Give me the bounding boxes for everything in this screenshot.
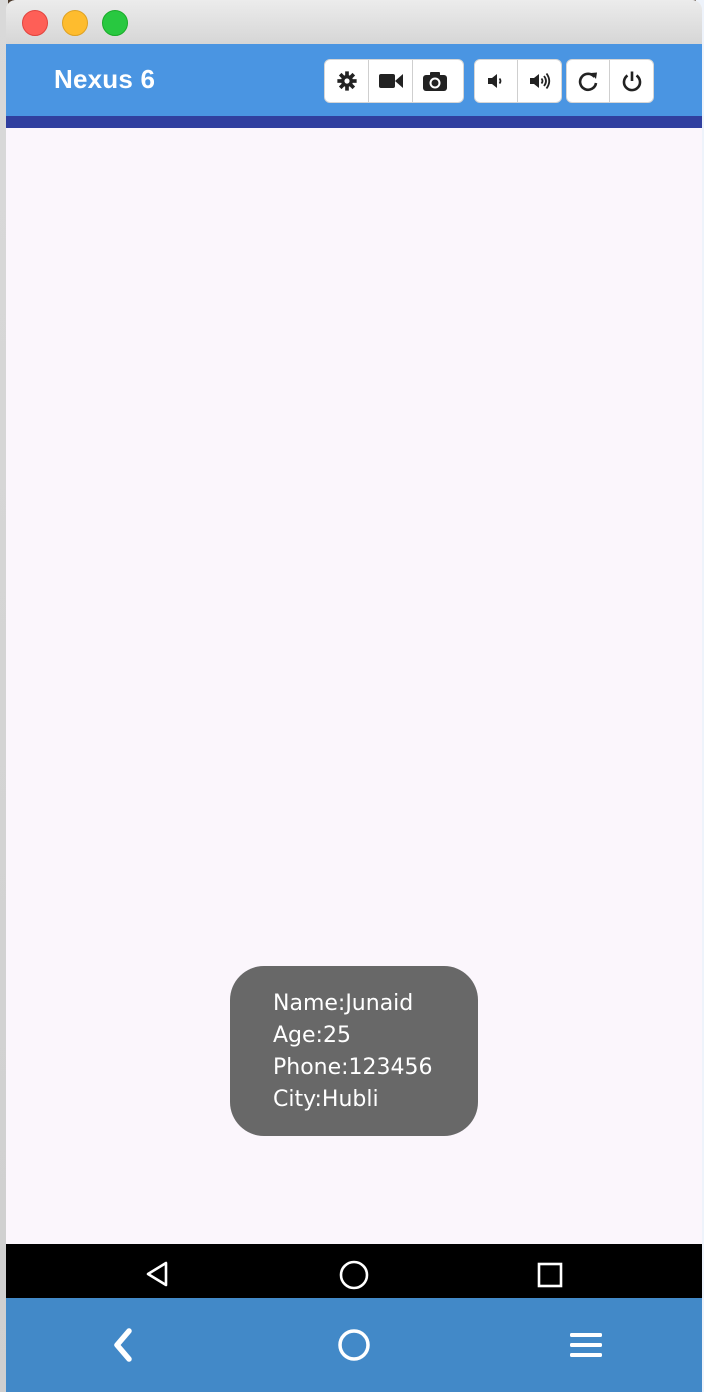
minimize-window-button[interactable] <box>62 10 88 36</box>
volume-down-button[interactable] <box>475 60 518 102</box>
device-name: Nexus 6 <box>54 64 156 94</box>
home-circle-icon <box>339 1260 369 1290</box>
android-status-bar <box>6 116 702 128</box>
rotate-button[interactable] <box>567 60 610 102</box>
volume-button-group <box>474 59 562 103</box>
camera-icon <box>423 72 447 91</box>
toast-phone-line: Phone:123456 <box>273 1055 433 1080</box>
volume-up-icon <box>529 72 550 90</box>
emulator-window: Nexus 6 Name:Junaid Age:25 Phone:123456 … <box>6 0 702 1392</box>
toast-age-line: Age:25 <box>273 1023 351 1048</box>
power-icon <box>622 71 641 92</box>
screenshot-button[interactable] <box>413 60 457 102</box>
toast-city-line: City:Hubli <box>273 1087 379 1112</box>
android-back-button[interactable] <box>138 1254 178 1294</box>
video-camera-icon <box>378 74 403 88</box>
android-navigation-bar <box>6 1244 702 1298</box>
close-window-button[interactable] <box>22 10 48 36</box>
android-recents-button[interactable] <box>530 1254 570 1294</box>
power-button-group <box>566 59 654 103</box>
emulator-toolbar: Nexus 6 <box>6 44 702 116</box>
zoom-window-button[interactable] <box>102 10 128 36</box>
back-triangle-icon <box>146 1261 168 1287</box>
record-video-button[interactable] <box>369 60 413 102</box>
back-chevron-icon <box>114 1328 132 1362</box>
toast-name-line: Name:Junaid <box>273 991 414 1016</box>
toast-message: Name:Junaid Age:25 Phone:123456 City:Hub… <box>230 966 478 1136</box>
gear-icon <box>336 71 357 91</box>
capture-button-group <box>324 59 464 103</box>
footer-home-button[interactable] <box>330 1322 378 1368</box>
rotate-icon <box>578 72 598 92</box>
emulator-footer-controls <box>6 1298 702 1392</box>
footer-menu-button[interactable] <box>562 1322 610 1368</box>
settings-button[interactable] <box>325 60 369 102</box>
menu-icon <box>570 1333 602 1357</box>
app-screen: Name:Junaid Age:25 Phone:123456 City:Hub… <box>6 128 702 1244</box>
footer-back-button[interactable] <box>100 1322 148 1368</box>
home-ring-icon <box>338 1329 370 1361</box>
title-bar <box>6 0 702 45</box>
android-home-button[interactable] <box>334 1254 374 1294</box>
recents-square-icon <box>537 1262 563 1288</box>
volume-down-icon <box>488 74 502 88</box>
volume-up-button[interactable] <box>518 60 561 102</box>
power-button[interactable] <box>610 60 653 102</box>
